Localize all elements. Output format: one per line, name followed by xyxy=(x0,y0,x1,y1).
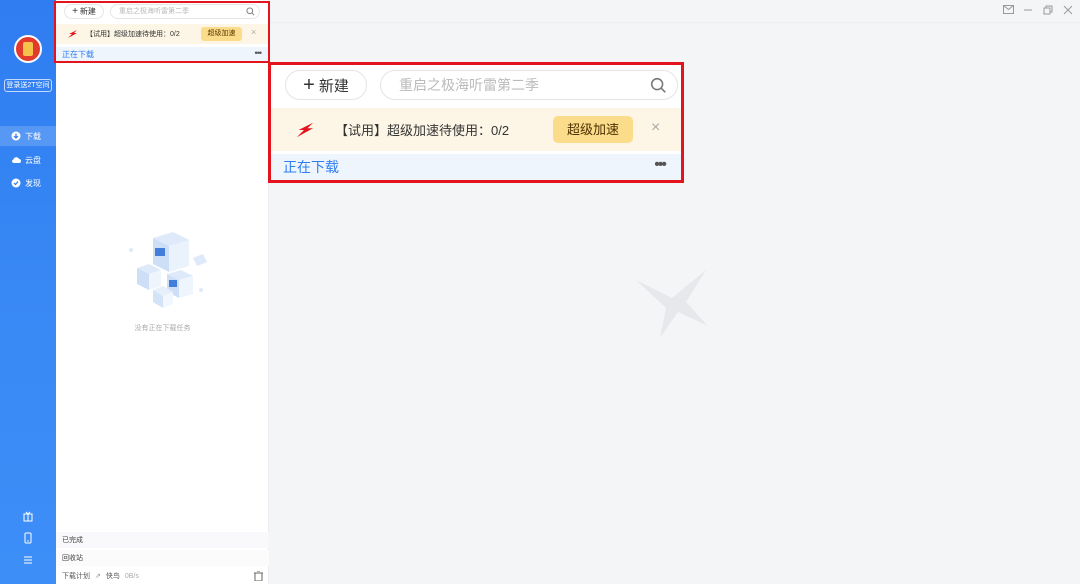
download-plan-link[interactable]: 下载计划 xyxy=(62,571,90,581)
thunder-watermark-icon xyxy=(636,270,708,338)
sidebar-item-label: 发现 xyxy=(25,178,41,188)
zoom-trial-banner: 【试用】超级加速待使用：0/2 超级加速 × xyxy=(271,108,681,151)
trash-icon[interactable] xyxy=(254,571,263,581)
content-divider xyxy=(269,22,1080,23)
minimize-icon[interactable] xyxy=(1022,5,1034,17)
download-panel: + 新建 重启之极海听雷第二季 【试用】超级加速待使用：0/2 超级加速 × 正… xyxy=(56,0,269,584)
status-bar: 下载计划 ⇗ 快鸟 0B/s xyxy=(56,568,269,584)
zoom-trial-text: 【试用】超级加速待使用：0/2 xyxy=(335,123,510,138)
login-promo-button[interactable]: 登录送2T空间 xyxy=(4,79,52,92)
speed-mode-label[interactable]: 快鸟 xyxy=(106,571,120,581)
close-icon[interactable]: × xyxy=(651,119,660,137)
search-icon[interactable] xyxy=(650,77,667,94)
zoom-new-task-button[interactable]: + 新建 xyxy=(285,70,367,100)
zoom-super-accelerate-button[interactable]: 超级加速 xyxy=(553,116,633,143)
zoom-new-task-label: 新建 xyxy=(318,77,349,95)
discover-icon xyxy=(11,178,21,188)
zoom-search-input[interactable]: 重启之极海听雷第二季 xyxy=(380,70,678,100)
plus-icon: + xyxy=(303,74,315,96)
zoom-downloading-header: 正在下载 ••• xyxy=(271,154,681,180)
cloud-icon xyxy=(12,157,21,163)
completed-tab[interactable]: 已完成 xyxy=(56,532,269,548)
zoom-toolbar: + 新建 重启之极海听雷第二季 xyxy=(271,65,681,105)
empty-illustration xyxy=(129,232,207,308)
more-icon[interactable]: ••• xyxy=(654,156,667,174)
zoom-callout: + 新建 重启之极海听雷第二季 【试用】超级加速待使用：0/2 超级加速 × 正… xyxy=(268,62,684,183)
sidebar-item-cloud[interactable]: 云盘 xyxy=(11,153,41,167)
phone-icon[interactable] xyxy=(22,532,34,544)
left-rail: 登录送2T空间 下载 云盘 发现 xyxy=(0,0,56,584)
zoom-search-placeholder: 重启之极海听雷第二季 xyxy=(399,77,539,93)
gift-box-icon[interactable] xyxy=(22,510,34,522)
sidebar-item-discover[interactable]: 发现 xyxy=(11,176,41,190)
close-icon[interactable] xyxy=(1062,5,1074,17)
window-controls xyxy=(1002,5,1074,17)
thunder-bird-icon xyxy=(296,122,313,137)
speed-mode-icon: ⇗ xyxy=(95,573,101,580)
speed-value: 0B/s xyxy=(124,572,139,580)
empty-state-text: 没有正在下载任务 xyxy=(134,325,191,332)
menu-icon[interactable] xyxy=(22,554,34,566)
recycle-bin-tab[interactable]: 回收站 xyxy=(56,550,269,566)
sidebar-item-label: 下载 xyxy=(25,131,41,141)
zoom-section-title: 正在下载 xyxy=(283,159,339,175)
download-icon xyxy=(11,131,21,141)
user-avatar[interactable] xyxy=(14,35,42,63)
mail-icon[interactable] xyxy=(1002,5,1014,17)
sidebar-item-label: 云盘 xyxy=(25,155,41,165)
restore-icon[interactable] xyxy=(1042,5,1054,17)
highlight-frame xyxy=(54,1,270,63)
sidebar-item-download[interactable]: 下载 xyxy=(0,126,56,146)
